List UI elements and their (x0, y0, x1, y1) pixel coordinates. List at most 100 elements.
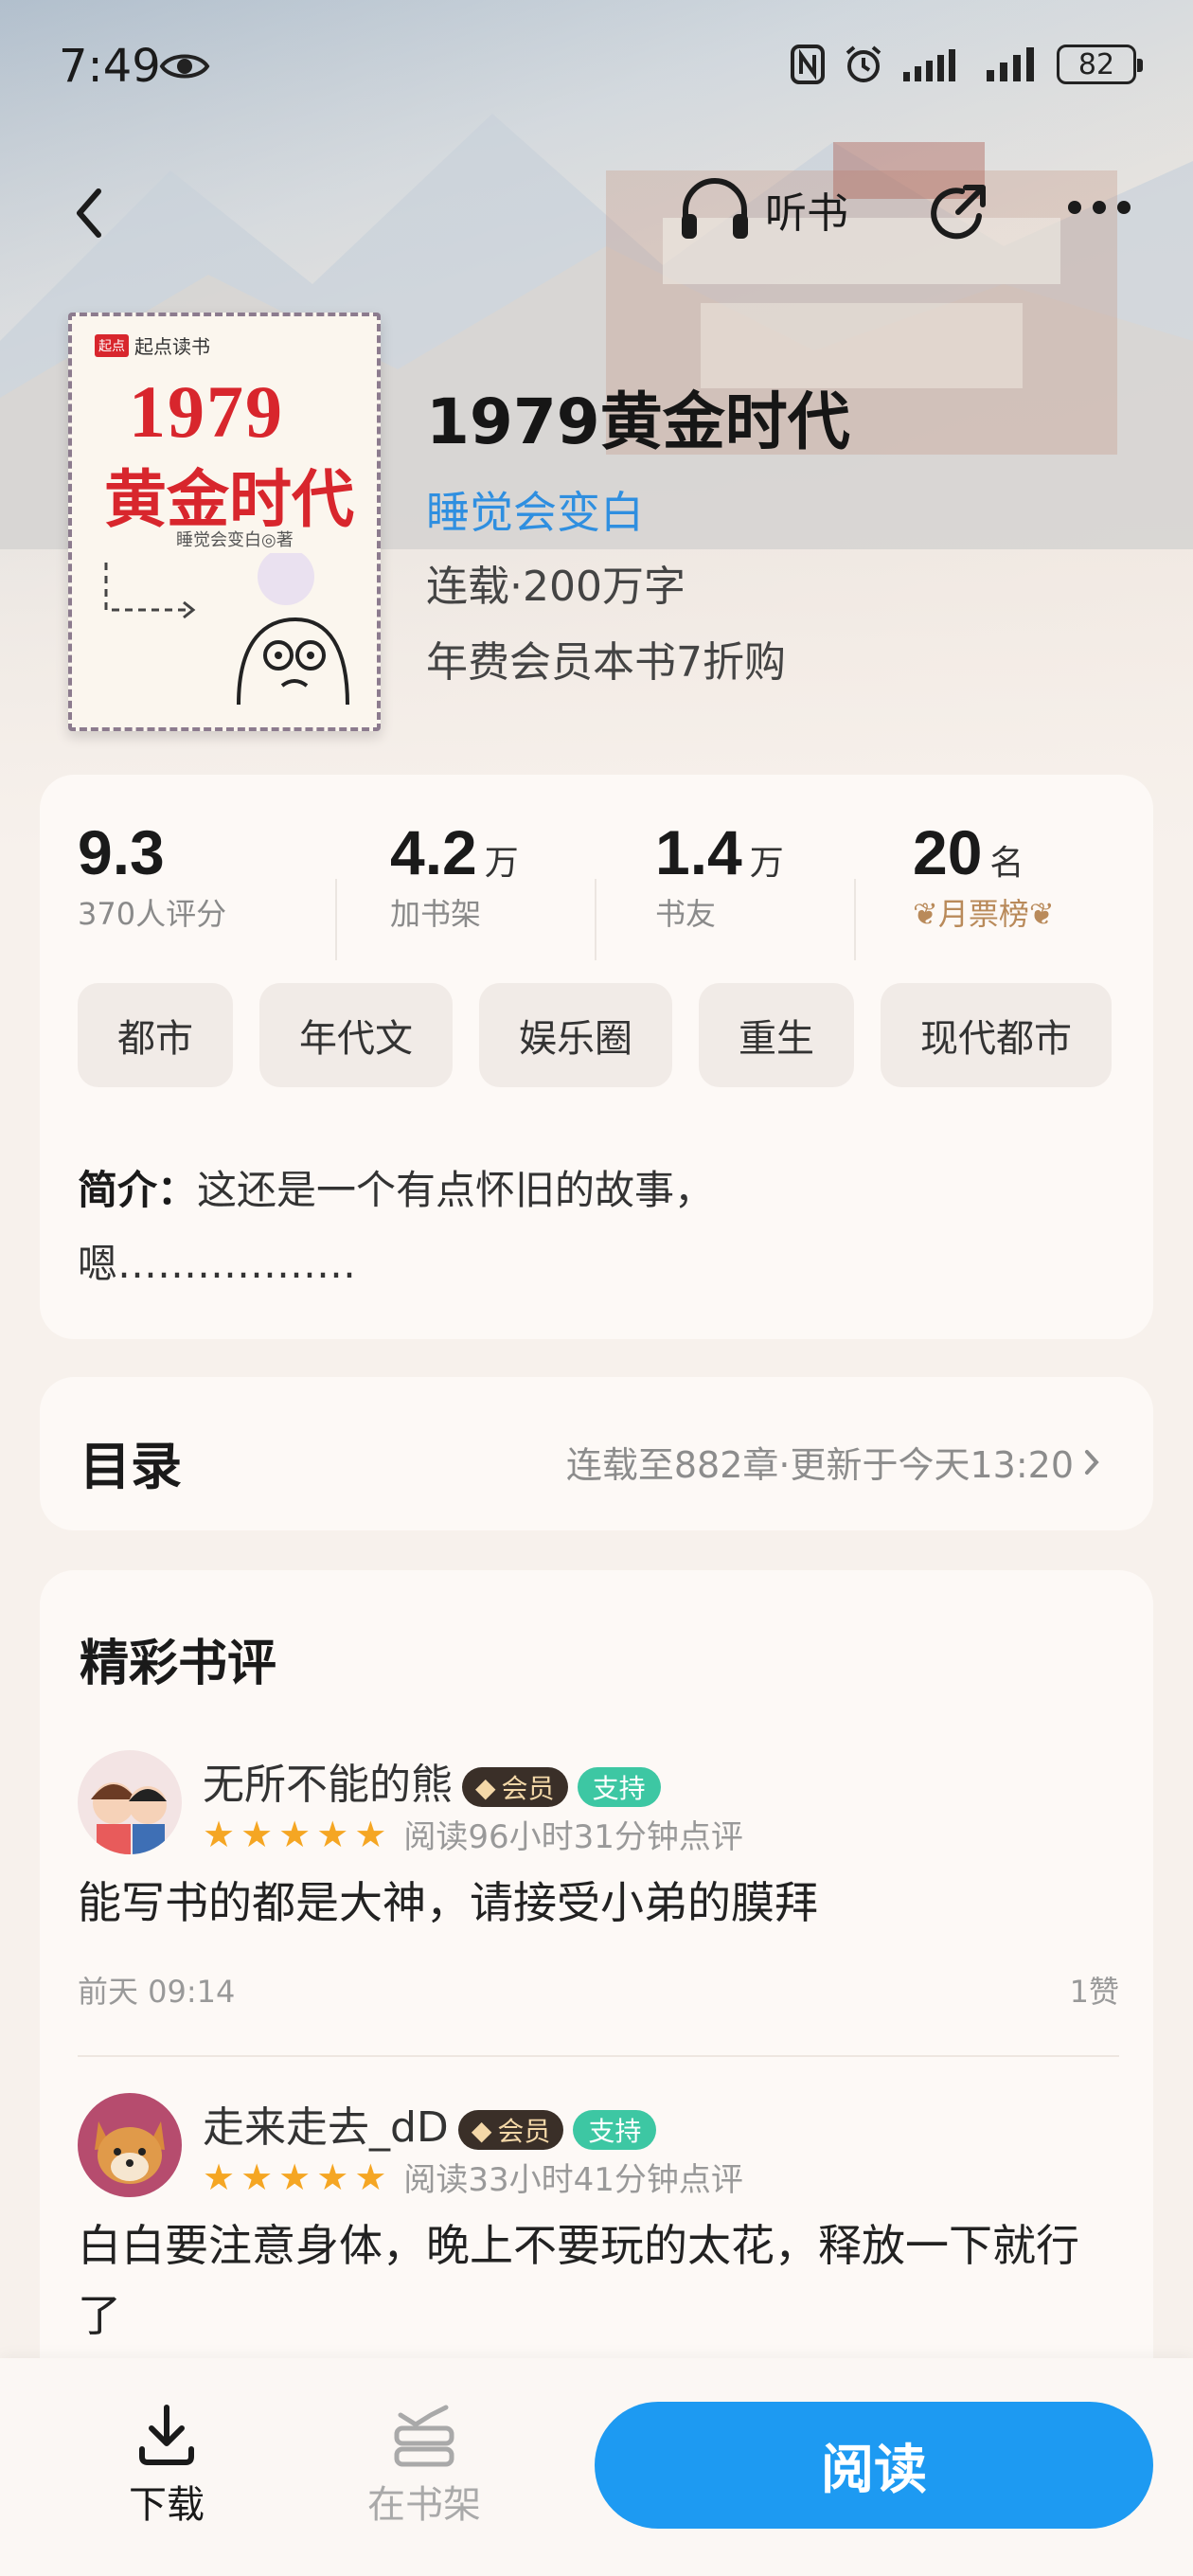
status-bar: 7:49 82 (0, 0, 1193, 133)
battery-indicator: 82 (1057, 45, 1143, 84)
intro-text-2: 嗯……………… (78, 1241, 357, 1287)
top-nav-bar: 听书 (0, 161, 1193, 265)
status-time: 7:49 (59, 40, 161, 93)
avatar-cartoon-couple-icon (78, 1750, 182, 1854)
on-shelf-label: 在书架 (367, 2483, 481, 2527)
bookshelf-icon (394, 2405, 454, 2467)
book-intro[interactable]: 简介：这还是一个有点怀旧的故事， 嗯……………… (78, 1154, 1119, 1301)
listen-button[interactable]: 听书 (678, 176, 848, 242)
listen-label: 听书 (765, 189, 848, 238)
vip-badge: ◆ 会员 (457, 2110, 564, 2150)
star-icon: ★ (278, 2156, 312, 2198)
stat-shelf-value: 4.2 (390, 817, 477, 887)
stat-divider (335, 879, 337, 960)
review-text: 能写书的都是大神，请接受小弟的膜拜 (78, 1877, 818, 1928)
avatar[interactable] (78, 2093, 182, 2197)
review-date: 前天 09:14 (78, 1974, 236, 2010)
vip-badge-label: 会员 (497, 2116, 551, 2147)
stat-rank-label: 月票榜 (937, 896, 1029, 932)
alarm-icon (846, 45, 881, 82)
crown-icon: ◆ (471, 2114, 492, 2146)
stat-shelf-unit: 万 (484, 844, 519, 883)
stat-readers-label: 书友 (655, 896, 717, 932)
stat-rank-value: 20 (913, 817, 983, 887)
tag-item[interactable]: 年代文 (259, 983, 453, 1087)
support-badge: 支持 (573, 2110, 657, 2150)
stat-rank-unit: 名 (989, 844, 1024, 883)
star-icon: ★ (240, 1813, 274, 1855)
stat-shelf-label: 加书架 (390, 896, 482, 932)
review-username: 走来走去_dD ◆ 会员 支持 (203, 2093, 657, 2154)
share-icon[interactable] (924, 178, 992, 246)
star-icon: ★ (354, 2156, 387, 2198)
cover-doodle-face (104, 553, 349, 706)
review-username: 无所不能的熊 ◆ 会员 支持 (203, 1750, 661, 1811)
stat-monthly-rank[interactable]: 20 名 ❦月票榜❦ (913, 816, 1055, 934)
stats-row: 9.3 370人评分 4.2 万 加书架 1.4 万 书友 20 名 ❦月票榜❦ (40, 816, 1153, 960)
signal-icon (903, 49, 955, 81)
cover-author-line: 睡觉会变白◎著 (176, 530, 294, 550)
reviews-card: 精彩书评 无所不能的熊 ◆ 会员 支持 ★ ★ ★ ★ ★ 阅读96小时31分钟点评 … (40, 1570, 1153, 2423)
rating-stars: ★ ★ ★ ★ ★ 阅读96小时31分钟点评 (203, 1811, 743, 1857)
cover-brand-label: 起点读书 (134, 335, 210, 358)
star-icon: ★ (316, 1813, 349, 1855)
cover-logo: 起点 (95, 333, 129, 357)
stat-divider (595, 879, 596, 960)
book-author-link[interactable]: 睡觉会变白 (426, 478, 644, 541)
star-icon: ★ (278, 1813, 312, 1855)
stat-shelf[interactable]: 4.2 万 加书架 (390, 816, 519, 934)
read-button[interactable]: 阅读 (595, 2402, 1153, 2529)
stat-rating-label: 370人评分 (78, 896, 227, 932)
intro-text: 这还是一个有点怀旧的故事， (197, 1167, 715, 1213)
toc-update-info: 连载至882章·更新于今天13:20 (566, 1436, 1100, 1488)
crown-icon: ◆ (475, 1771, 496, 1803)
star-icon: ★ (354, 1813, 387, 1855)
book-info-card: 9.3 370人评分 4.2 万 加书架 1.4 万 书友 20 名 ❦月票榜❦ 都市… (40, 775, 1153, 1339)
star-icon: ★ (203, 1813, 236, 1855)
review-text: 白白要注意身体，晚上不要玩的太花，释放一下就行了 (78, 2220, 1079, 2341)
review-item[interactable]: 无所不能的熊 ◆ 会员 支持 ★ ★ ★ ★ ★ 阅读96小时31分钟点评 能写书的都… (78, 1750, 1119, 2063)
eye-icon (159, 54, 210, 79)
back-arrow-icon[interactable] (66, 180, 114, 246)
cover-brand: 起点 起点读书 (95, 331, 210, 359)
avatar[interactable] (78, 1750, 182, 1854)
toc-title: 目录 (80, 1437, 182, 1496)
book-meta: 连载·200万字 (426, 563, 686, 611)
stat-readers-value: 1.4 (655, 817, 742, 887)
on-shelf-button[interactable]: 在书架 (367, 2402, 481, 2529)
review-read-time: 阅读33小时41分钟点评 (403, 2161, 743, 2199)
intro-label: 简介： (78, 1167, 198, 1213)
more-options-icon[interactable] (1066, 199, 1132, 216)
book-cover[interactable]: 起点 起点读书 1979 黄金时代 睡觉会变白◎著 (68, 313, 381, 731)
review-like-button[interactable]: 1赞 (1070, 1968, 1119, 2012)
review-read-time: 阅读96小时31分钟点评 (403, 1818, 743, 1856)
download-button[interactable]: 下载 (129, 2402, 205, 2529)
download-label: 下载 (129, 2483, 205, 2527)
cover-title-line1: 1979 (129, 370, 284, 453)
headphones-icon (682, 178, 748, 239)
laurel-right-icon: ❦ (1028, 896, 1055, 932)
stat-rating[interactable]: 9.3 370人评分 (78, 816, 226, 934)
rating-stars: ★ ★ ★ ★ ★ 阅读33小时41分钟点评 (203, 2154, 743, 2200)
tag-list: 都市 年代文 娱乐圈 重生 现代都市 (78, 983, 1112, 1087)
review-username-text: 走来走去_dD (203, 2103, 449, 2152)
support-badge: 支持 (577, 1767, 661, 1807)
stat-rating-value: 9.3 (78, 817, 165, 887)
download-icon (139, 2405, 194, 2465)
star-icon: ★ (316, 2156, 349, 2198)
review-username-text: 无所不能的熊 (203, 1761, 453, 1809)
bottom-action-bar: 下载 在书架 阅读 (0, 2358, 1193, 2576)
avatar-shiba-dog-icon (78, 2093, 182, 2197)
tag-item[interactable]: 重生 (699, 983, 854, 1087)
stat-divider (854, 879, 856, 960)
tag-item[interactable]: 娱乐圈 (479, 983, 672, 1087)
table-of-contents-card[interactable]: 目录 连载至882章·更新于今天13:20 (40, 1377, 1153, 1530)
star-icon: ★ (240, 2156, 274, 2198)
membership-promo[interactable]: 年费会员本书7折购 (426, 628, 786, 689)
review-divider (78, 2055, 1119, 2057)
signal-icon-2 (987, 47, 1034, 81)
tag-item[interactable]: 都市 (78, 983, 233, 1087)
book-title: 1979黄金时代 (426, 385, 850, 458)
stat-readers[interactable]: 1.4 万 书友 (655, 816, 784, 934)
tag-item[interactable]: 现代都市 (881, 983, 1112, 1087)
